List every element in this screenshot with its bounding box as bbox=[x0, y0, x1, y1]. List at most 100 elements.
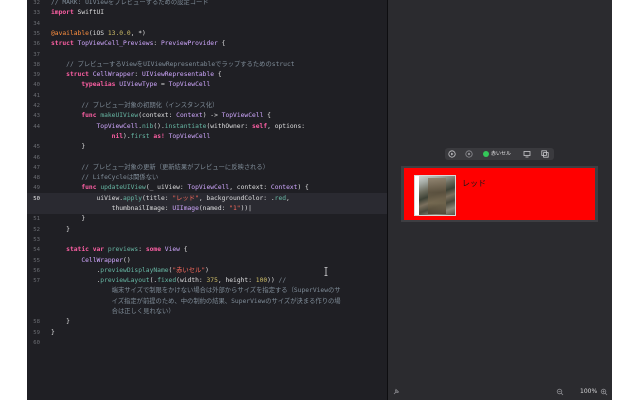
line-number: 45 bbox=[33, 144, 40, 151]
code-token: TopViewCell bbox=[96, 122, 139, 130]
code-token: import bbox=[51, 9, 74, 17]
code-line: nil).first as! TopViewCell bbox=[51, 132, 211, 142]
code-line: @available(iOS 13.0.0, *) bbox=[51, 29, 146, 39]
code-token: , backgroundColor: . bbox=[198, 194, 275, 202]
code-token: } bbox=[51, 328, 55, 336]
line-number: 35 bbox=[33, 30, 40, 37]
code-token: PreviewProvider bbox=[160, 40, 218, 48]
duplicate-icon[interactable] bbox=[541, 150, 549, 158]
code-token: イズ指定が前提のため、中の制約の結果、SuperViewのサイズが決まる作りの場 bbox=[51, 297, 341, 305]
code-token: UIViewType bbox=[119, 81, 158, 89]
line-number: 50 bbox=[33, 195, 40, 202]
code-line: } bbox=[51, 214, 85, 224]
code-token: previewLayout bbox=[100, 277, 150, 285]
zoom-out-icon[interactable] bbox=[556, 388, 564, 396]
line-number: 34 bbox=[33, 20, 40, 27]
code-line: thumbnailImage: UIImage(named: "1"))| bbox=[51, 204, 252, 214]
thumbnail-rock bbox=[428, 178, 446, 214]
top-view-cell-preview[interactable]: レッド bbox=[404, 168, 595, 220]
code-token: : bbox=[134, 71, 143, 79]
code-token: ) -> bbox=[202, 112, 222, 120]
code-token: // MARK: UIViewをプレビューするための設定コード bbox=[51, 0, 209, 6]
line-number: 44 bbox=[33, 123, 40, 130]
code-token: { bbox=[217, 40, 226, 48]
code-token: thumbnailImage: bbox=[51, 205, 173, 212]
code-editor[interactable]: // MARK: UIViewをプレビューするための設定コード import Sw… bbox=[27, 0, 387, 400]
code-token: static bbox=[66, 246, 89, 254]
code-token: Context bbox=[176, 112, 203, 120]
inspect-icon[interactable] bbox=[465, 150, 473, 158]
code-token: . bbox=[51, 277, 101, 285]
thumbnail-image bbox=[414, 175, 456, 216]
code-line: import SwiftUI bbox=[51, 8, 104, 18]
code-token: // bbox=[278, 277, 287, 285]
code-line: uiView.apply(title: "レッド", backgroundCol… bbox=[51, 194, 290, 204]
code-token: , bbox=[286, 194, 290, 202]
line-number: 42 bbox=[33, 103, 40, 109]
code-token: 375 bbox=[206, 277, 218, 285]
code-token: // プレビュー対象の更新（更新結果がプレビューに反映される） bbox=[51, 163, 270, 171]
code-token: TopViewCell bbox=[168, 132, 211, 140]
line-number: 51 bbox=[33, 216, 40, 223]
code-line: 端末サイズで制限をかけない場合は外部からサイズを指定する（SuperViewのサ bbox=[51, 286, 341, 296]
code-token: "赤いセル" bbox=[172, 266, 206, 274]
line-number: 60 bbox=[33, 339, 40, 346]
code-token: // プレビュー対象の初期化（インスタンス化） bbox=[51, 102, 219, 109]
code-token: @available bbox=[51, 29, 89, 37]
code-line: func makeUIView(context: Context) -> Top… bbox=[51, 111, 271, 121]
play-circle-icon[interactable] bbox=[448, 150, 456, 158]
code-line: } bbox=[51, 225, 70, 235]
text-cursor-icon bbox=[324, 267, 328, 276]
zoom-level[interactable]: 100% bbox=[580, 388, 597, 396]
code-token: , height: bbox=[217, 277, 256, 285]
code-token: nib bbox=[142, 122, 154, 130]
code-token: SwiftUI bbox=[73, 9, 105, 17]
code-token: { bbox=[179, 246, 188, 254]
code-line: } bbox=[51, 142, 85, 152]
code-token: = bbox=[157, 81, 169, 89]
code-token: (context: bbox=[138, 112, 177, 120]
code-token: TopViewCell bbox=[221, 112, 264, 120]
line-number: 33 bbox=[33, 10, 40, 17]
code-token: View bbox=[164, 246, 180, 254]
line-number: 46 bbox=[33, 154, 40, 161]
code-token: fixed bbox=[157, 277, 177, 285]
code-token: instantiate bbox=[164, 122, 207, 130]
line-number: 49 bbox=[33, 185, 40, 192]
code-token: apply bbox=[123, 194, 142, 202]
code-line: // プレビュー対象の初期化（インスタンス化） bbox=[51, 101, 218, 111]
code-token: "レッド" bbox=[172, 194, 199, 202]
code-token: struct bbox=[66, 71, 89, 79]
line-number: 43 bbox=[33, 113, 40, 120]
line-number: 40 bbox=[33, 82, 40, 89]
code-token: : bbox=[153, 40, 161, 48]
code-token: self bbox=[251, 122, 268, 130]
code-token: CellWrapper bbox=[81, 256, 124, 264]
code-line: // MARK: UIViewをプレビューするための設定コード bbox=[51, 0, 209, 8]
code-line: // プレビューするViewをUIViewRepresentableでラップする… bbox=[51, 60, 294, 70]
zoom-in-icon[interactable] bbox=[600, 388, 608, 396]
code-token: , *) bbox=[130, 29, 146, 37]
code-token: ))| bbox=[240, 205, 252, 212]
code-line: イズ指定が前提のため、中の制約の結果、SuperViewのサイズが決まる作りの場 bbox=[51, 297, 341, 307]
code-line: // LifeCycleは関係ない bbox=[51, 173, 158, 183]
code-token: (width: bbox=[176, 277, 207, 285]
code-token: 100 bbox=[255, 277, 268, 285]
code-token: TopViewCell bbox=[187, 184, 230, 192]
pin-icon[interactable] bbox=[392, 388, 400, 396]
code-token: (). bbox=[153, 122, 165, 130]
code-token: nil bbox=[111, 132, 124, 140]
code-line: .previewDisplayName("赤いセル") bbox=[51, 266, 208, 276]
code-token: TopViewCell bbox=[168, 81, 211, 89]
code-line: CellWrapper() bbox=[51, 256, 130, 266]
device-icon[interactable] bbox=[523, 150, 531, 158]
code-token: )) bbox=[267, 277, 279, 285]
code-token: 合は正しく見れない） bbox=[51, 308, 175, 315]
code-token: Context bbox=[270, 184, 298, 192]
